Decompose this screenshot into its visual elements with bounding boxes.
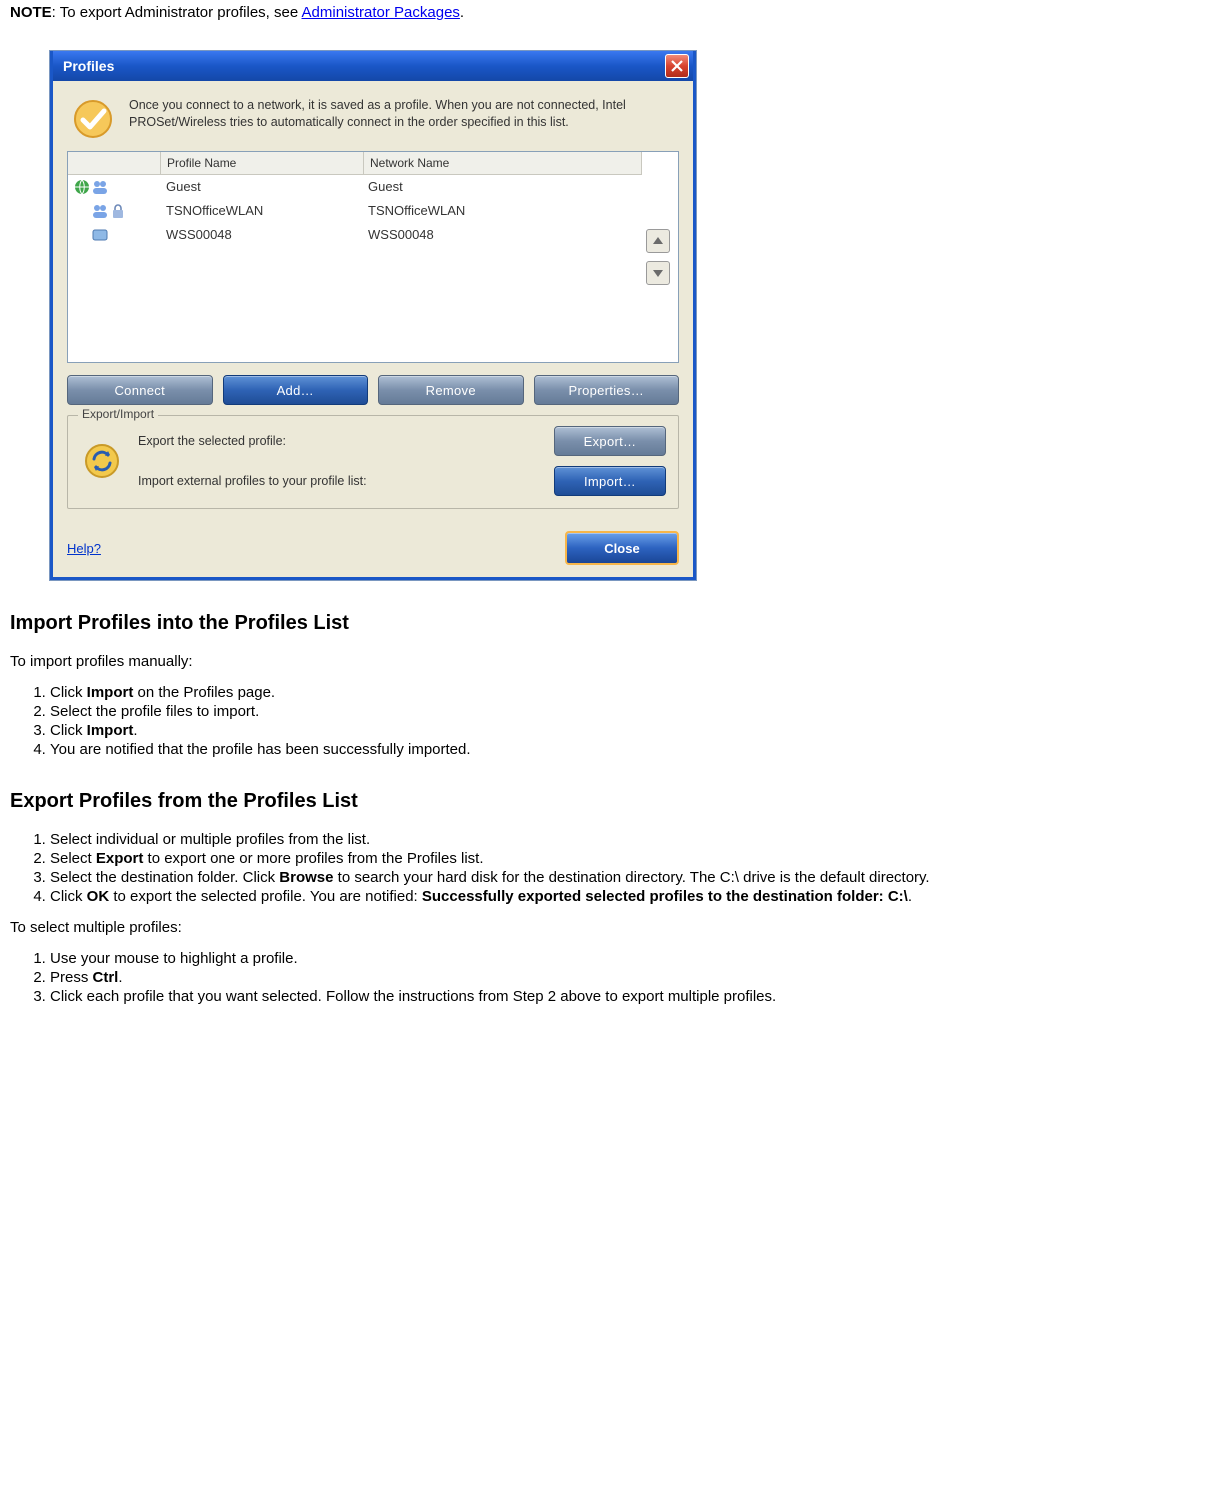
export-steps: Select individual or multiple profiles f… <box>50 831 1222 905</box>
lock-icon <box>110 203 126 219</box>
arrow-up-icon <box>652 235 664 247</box>
header-network-name[interactable]: Network Name <box>364 152 642 174</box>
cell-network: TSNOfficeWLAN <box>362 201 642 221</box>
cell-network: Guest <box>362 177 642 197</box>
import-label: Import external profiles to your profile… <box>138 474 367 488</box>
list-item: Click Import. <box>50 722 1222 739</box>
import-heading: Import Profiles into the Profiles List <box>10 612 1222 635</box>
move-down-button[interactable] <box>646 261 670 285</box>
sync-icon <box>80 439 124 483</box>
connect-button[interactable]: Connect <box>67 375 213 405</box>
profiles-dialog: Profiles Once you connect to a network, … <box>50 51 696 580</box>
multiple-intro: To select multiple profiles: <box>10 919 1222 936</box>
export-heading: Export Profiles from the Profiles List <box>10 790 1222 813</box>
list-item: Click each profile that you want selecte… <box>50 988 1222 1005</box>
export-label: Export the selected profile: <box>138 434 286 448</box>
note-label: NOTE <box>10 4 52 21</box>
remove-button[interactable]: Remove <box>378 375 524 405</box>
note-line: NOTE: To export Administrator profiles, … <box>10 4 1222 21</box>
import-steps: Click Import on the Profiles page. Selec… <box>50 684 1222 758</box>
list-item: Select Export to export one or more prof… <box>50 850 1222 867</box>
close-button[interactable]: Close <box>565 531 679 565</box>
close-icon <box>670 59 684 73</box>
move-up-button[interactable] <box>646 229 670 253</box>
import-button[interactable]: Import… <box>554 466 666 496</box>
note-text-after: . <box>460 4 464 21</box>
list-item: Press Ctrl. <box>50 969 1222 986</box>
card-icon <box>92 227 108 243</box>
cell-profile: WSS00048 <box>160 225 362 245</box>
check-icon <box>71 97 115 141</box>
note-text-before: : To export Administrator profiles, see <box>52 4 302 21</box>
globe-icon <box>74 179 90 195</box>
users-icon <box>92 179 108 195</box>
titlebar: Profiles <box>53 51 693 81</box>
cell-profile: TSNOfficeWLAN <box>160 201 362 221</box>
window-title: Profiles <box>63 58 665 74</box>
users-icon <box>92 203 108 219</box>
list-item: Click Import on the Profiles page. <box>50 684 1222 701</box>
arrow-down-icon <box>652 267 664 279</box>
export-import-group: Export/Import Export the selected profil… <box>67 415 679 509</box>
column-headers: Profile Name Network Name <box>68 152 642 175</box>
properties-button[interactable]: Properties… <box>534 375 680 405</box>
list-item: Select the profile files to import. <box>50 703 1222 720</box>
list-item[interactable]: Guest Guest <box>68 175 642 199</box>
list-item: Select individual or multiple profiles f… <box>50 831 1222 848</box>
export-import-legend: Export/Import <box>78 407 158 421</box>
intro-text: Once you connect to a network, it is sav… <box>129 97 675 131</box>
add-button[interactable]: Add… <box>223 375 369 405</box>
list-item: You are notified that the profile has be… <box>50 741 1222 758</box>
list-item[interactable]: WSS00048 WSS00048 <box>68 223 642 247</box>
help-link[interactable]: Help? <box>67 541 101 556</box>
list-item: Select the destination folder. Click Bro… <box>50 869 1222 886</box>
window-close-button[interactable] <box>665 54 689 78</box>
admin-packages-link[interactable]: Administrator Packages <box>302 4 460 21</box>
export-button[interactable]: Export… <box>554 426 666 456</box>
cell-network: WSS00048 <box>362 225 642 245</box>
import-intro: To import profiles manually: <box>10 653 1222 670</box>
profiles-listbox: Profile Name Network Name Guest Guest <box>67 151 679 363</box>
header-profile-name[interactable]: Profile Name <box>161 152 364 174</box>
cell-profile: Guest <box>160 177 362 197</box>
multiple-steps: Use your mouse to highlight a profile. P… <box>50 950 1222 1005</box>
list-item[interactable]: TSNOfficeWLAN TSNOfficeWLAN <box>68 199 642 223</box>
list-item: Use your mouse to highlight a profile. <box>50 950 1222 967</box>
list-item: Click OK to export the selected profile.… <box>50 888 1222 905</box>
